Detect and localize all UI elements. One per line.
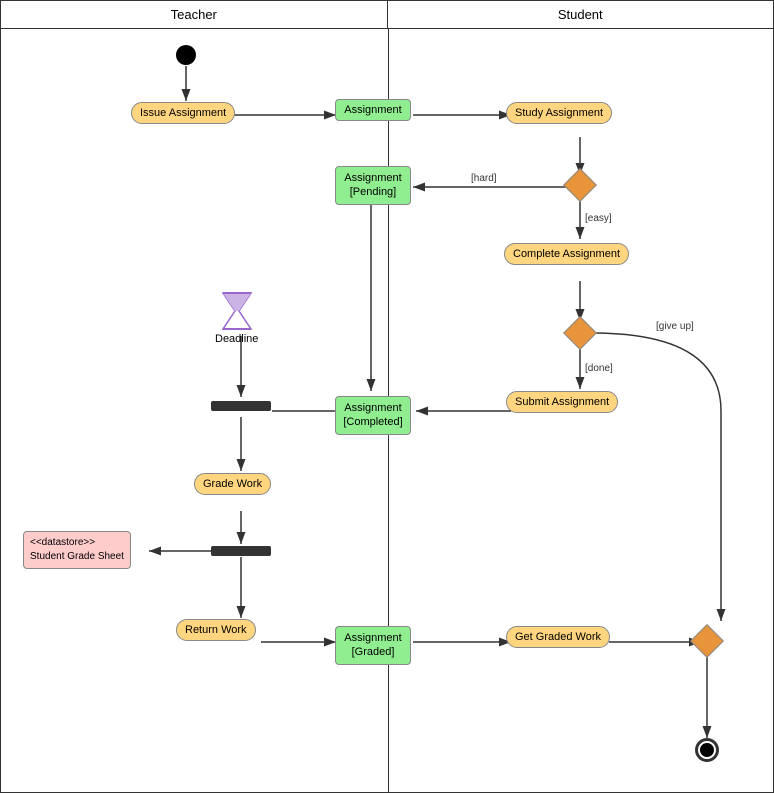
teacher-lane-header: Teacher (1, 1, 388, 28)
assignment-object-node: Assignment (335, 99, 411, 121)
grade-work-node: Grade Work (194, 473, 271, 495)
study-assignment-node: Study Assignment (506, 102, 612, 124)
return-work-node: Return Work (176, 619, 256, 641)
student-grade-sheet-node: <<datastore>>Student Grade Sheet (23, 531, 131, 569)
issue-assignment-node: Issue Assignment (131, 102, 235, 124)
start-node (176, 45, 196, 65)
decision1-node (563, 168, 597, 202)
assignment-graded-node: Assignment[Graded] (335, 626, 411, 665)
get-graded-work-node: Get Graded Work (506, 626, 610, 648)
assignment-completed-node: Assignment[Completed] (335, 396, 411, 435)
end-node (695, 738, 719, 762)
complete-assignment-node: Complete Assignment (504, 243, 629, 265)
decision2-node (563, 316, 597, 350)
deadline-timer-node: Deadline (215, 291, 258, 345)
easy-label: [easy] (585, 213, 612, 224)
decision3-node (690, 624, 724, 658)
sync-bar-2 (211, 546, 271, 556)
done-label: [done] (585, 363, 613, 374)
give-up-label: [give up] (656, 321, 694, 332)
sync-bar-1 (211, 401, 271, 411)
submit-assignment-node: Submit Assignment (506, 391, 618, 413)
assignment-pending-node: Assignment[Pending] (335, 166, 411, 205)
hard-label: [hard] (471, 173, 497, 184)
deadline-label: Deadline (215, 333, 258, 345)
diagram: Teacher Student [hard] [easy] [done] (0, 0, 774, 793)
student-lane-header: Student (388, 1, 774, 28)
